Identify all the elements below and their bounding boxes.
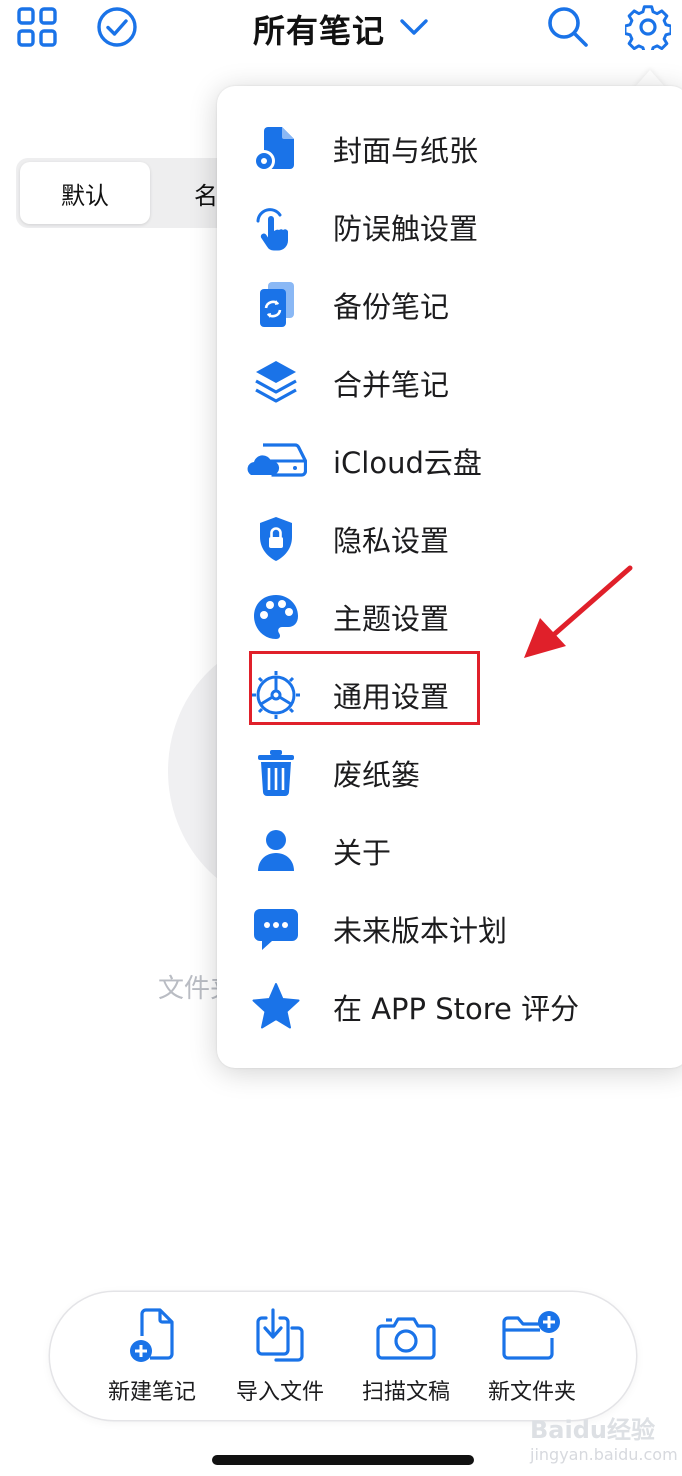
menu-item-merge[interactable]: 合并笔记 [217, 344, 657, 422]
new-folder-button[interactable]: 新文件夹 [472, 1306, 592, 1406]
menu-item-label: 废纸篓 [333, 758, 421, 792]
new-note-button[interactable]: 新建笔记 [92, 1306, 212, 1406]
shield-lock-icon [243, 513, 309, 565]
menu-item-touch-protection[interactable]: 防误触设置 [217, 188, 657, 266]
chat-bubble-icon [243, 903, 309, 955]
toolbar-label: 扫描文稿 [361, 1380, 450, 1405]
menu-item-label: 封面与纸张 [333, 134, 479, 168]
watermark-brand: Baidu经验 [530, 1416, 655, 1444]
new-note-icon [124, 1306, 180, 1364]
menu-item-icloud[interactable]: iCloud云盘 [217, 422, 657, 500]
menu-item-label: 备份笔记 [333, 290, 450, 324]
import-file-button[interactable]: 导入文件 [220, 1306, 340, 1406]
chevron-down-icon [399, 17, 429, 41]
watermark: Baidu经验 jingyan.baidu.com [530, 1410, 678, 1464]
toolbar-label: 新建笔记 [107, 1380, 196, 1405]
camera-scan-icon [376, 1306, 436, 1364]
menu-item-about[interactable]: 关于 [217, 812, 657, 890]
menu-item-cover-paper[interactable]: 封面与纸张 [217, 110, 657, 188]
gear-icon[interactable] [624, 3, 672, 51]
layers-icon [243, 357, 309, 409]
page-title: 所有笔记 [252, 12, 385, 50]
star-icon [243, 981, 309, 1033]
cloud-drive-icon [243, 435, 309, 487]
toolbar-label: 导入文件 [235, 1380, 324, 1405]
sort-option-default[interactable]: 默认 [20, 162, 150, 224]
scan-document-button[interactable]: 扫描文稿 [346, 1306, 466, 1406]
menu-item-label: 防误触设置 [333, 212, 479, 246]
person-icon [243, 825, 309, 877]
menu-item-label: 隐私设置 [333, 524, 450, 558]
highlight-box [249, 651, 480, 725]
menu-item-label: 关于 [333, 836, 392, 870]
menu-item-label: 在 APP Store 评分 [333, 992, 580, 1026]
watermark-url: jingyan.baidu.com [530, 1445, 678, 1464]
top-bar: 所有笔记 [0, 0, 682, 60]
trash-icon [243, 747, 309, 799]
menu-item-label: 主题设置 [333, 602, 450, 636]
backup-sync-icon [243, 279, 309, 331]
menu-item-label: iCloud云盘 [333, 446, 482, 480]
menu-item-rate-app[interactable]: 在 APP Store 评分 [217, 968, 657, 1046]
new-folder-icon [501, 1306, 563, 1364]
touch-hand-icon [243, 201, 309, 253]
menu-item-trash[interactable]: 废纸篓 [217, 734, 657, 812]
menu-item-roadmap[interactable]: 未来版本计划 [217, 890, 657, 968]
menu-item-backup[interactable]: 备份笔记 [217, 266, 657, 344]
import-file-icon [252, 1306, 308, 1364]
annotation-arrow-icon [524, 565, 633, 658]
toolbar-label: 新文件夹 [487, 1380, 576, 1405]
menu-item-label: 未来版本计划 [333, 914, 508, 948]
palette-icon [243, 591, 309, 643]
search-icon[interactable] [544, 3, 592, 51]
menu-item-label: 合并笔记 [333, 368, 450, 402]
document-gear-icon [243, 123, 309, 175]
home-indicator[interactable] [212, 1455, 474, 1465]
